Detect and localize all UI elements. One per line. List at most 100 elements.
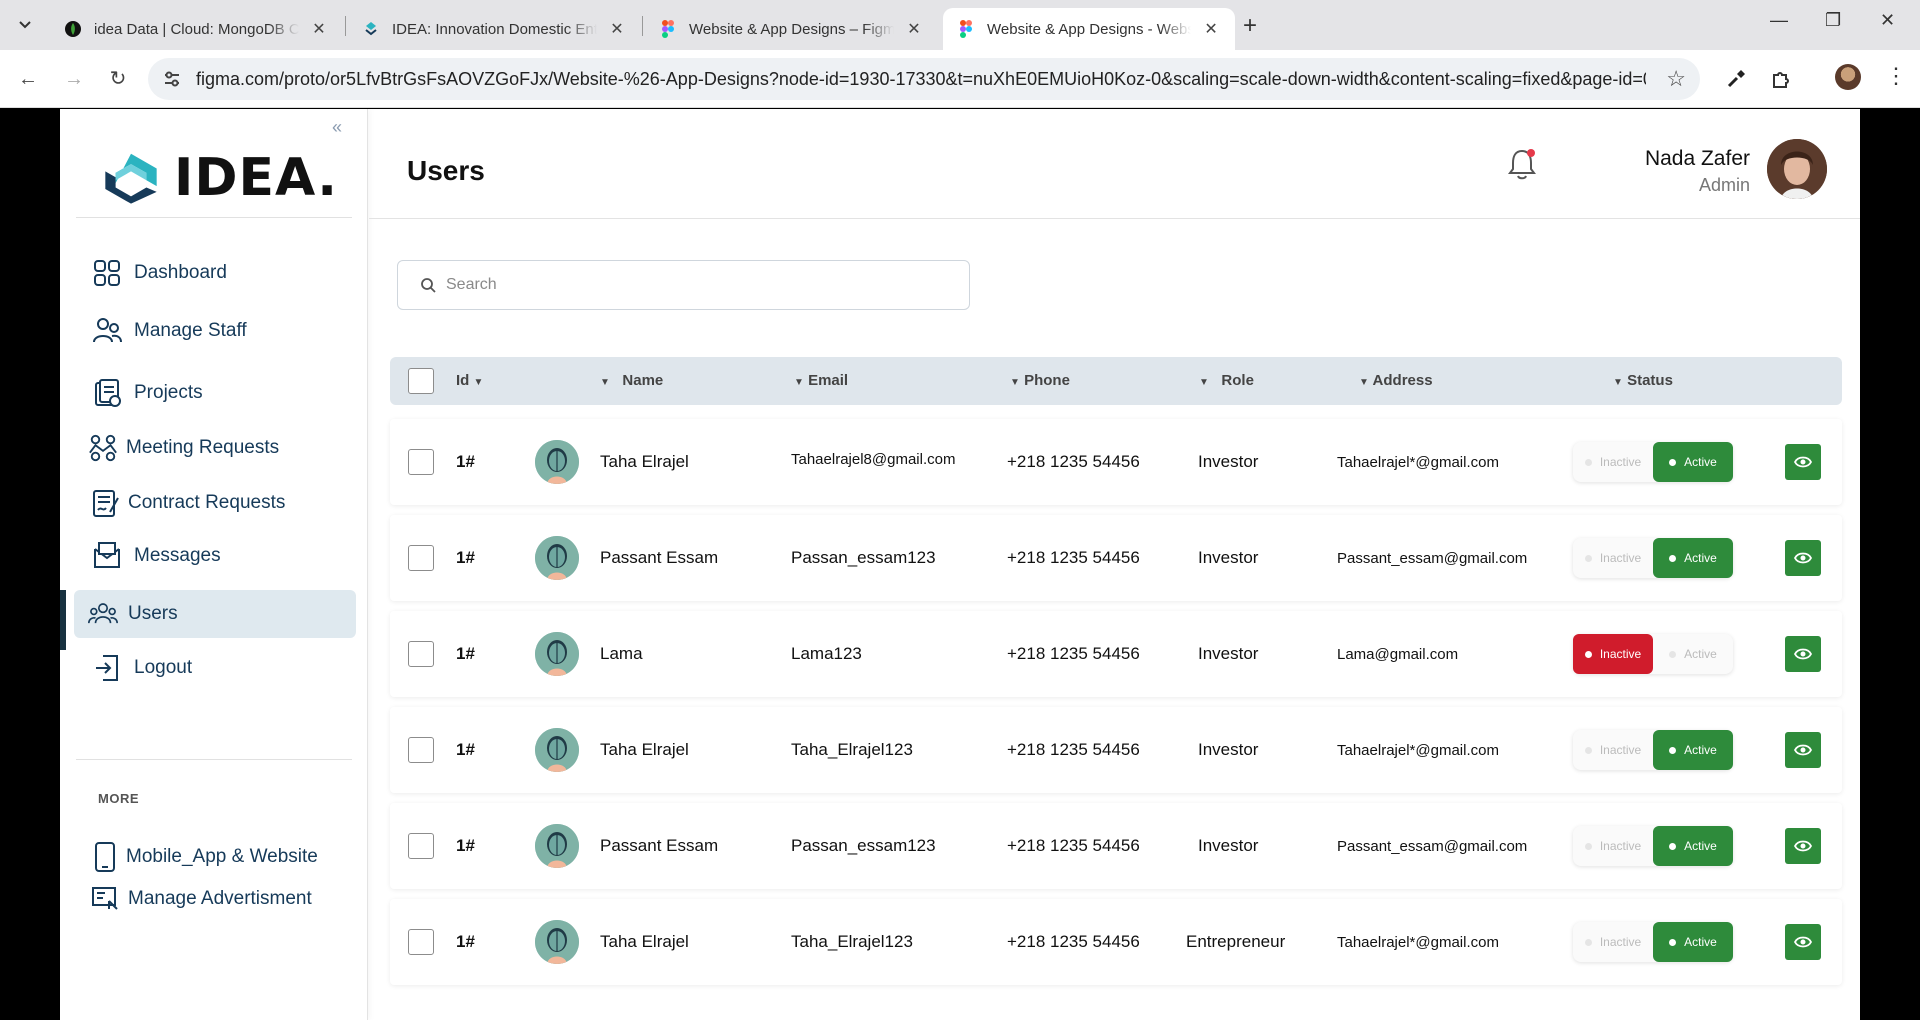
row-checkbox[interactable] xyxy=(408,833,434,859)
status-dot-icon xyxy=(1584,746,1592,754)
status-inactive-option[interactable]: Inactive xyxy=(1573,922,1653,962)
row-checkbox[interactable] xyxy=(408,641,434,667)
close-tab-icon[interactable]: ✕ xyxy=(1201,19,1221,39)
cell-email: Lama123 xyxy=(791,644,862,663)
status-dot-icon xyxy=(1584,650,1592,658)
search-box[interactable] xyxy=(397,260,970,310)
status-toggle[interactable]: Inactive Active xyxy=(1573,730,1733,770)
select-all-checkbox[interactable] xyxy=(408,368,434,394)
sidebar-item-mobile-app[interactable]: Mobile_App & Website xyxy=(74,833,356,881)
cell-phone: +218 1235 54456 xyxy=(1007,836,1140,855)
extensions-puzzle-icon[interactable] xyxy=(1767,65,1795,93)
column-header-role[interactable]: ▼ Role xyxy=(1199,372,1254,389)
status-dot-icon xyxy=(1669,458,1677,466)
status-active-option[interactable]: Active xyxy=(1653,730,1733,770)
browser-tab-active[interactable]: Website & App Designs - Website ✕ xyxy=(943,8,1235,50)
column-header-id[interactable]: Id ▼ xyxy=(456,372,483,389)
view-user-button[interactable] xyxy=(1785,636,1821,672)
close-window-icon[interactable]: ✕ xyxy=(1880,10,1895,31)
cell-phone: +218 1235 54456 xyxy=(1007,452,1140,471)
column-header-name[interactable]: ▼ Name xyxy=(600,372,663,389)
column-header-email[interactable]: ▼ Email xyxy=(794,372,848,389)
status-inactive-option[interactable]: Inactive xyxy=(1573,442,1653,482)
sidebar-item-dashboard[interactable]: Dashboard xyxy=(74,249,356,297)
cell-address: Lama@gmail.com xyxy=(1337,646,1459,663)
close-tab-icon[interactable]: ✕ xyxy=(904,19,924,39)
eyedropper-icon[interactable] xyxy=(1722,65,1750,93)
minimize-icon[interactable]: — xyxy=(1770,10,1788,31)
search-input[interactable] xyxy=(446,276,926,294)
view-user-button[interactable] xyxy=(1785,732,1821,768)
restore-icon[interactable]: ❐ xyxy=(1825,10,1841,31)
table-row[interactable]: 1# Taha Elrajel Taha_Elrajel123 +218 1235 5… xyxy=(390,707,1842,793)
status-active-option[interactable]: Active xyxy=(1653,922,1733,962)
status-active-option[interactable]: Active xyxy=(1653,442,1733,482)
table-row[interactable]: 1# Lama Lama123 +218 1235 54456 Investor Lama… xyxy=(390,611,1842,697)
view-user-button[interactable] xyxy=(1785,444,1821,480)
view-user-button[interactable] xyxy=(1785,924,1821,960)
reload-icon[interactable]: ↻ xyxy=(104,65,132,93)
page-header: Users Nada Zafer Admin xyxy=(369,109,1860,219)
status-inactive-option[interactable]: Inactive xyxy=(1573,538,1653,578)
browser-menu-icon[interactable]: ⋮ xyxy=(1885,63,1907,89)
sidebar-item-manage-staff[interactable]: Manage Staff xyxy=(74,307,356,355)
browser-tab[interactable]: Website & App Designs – Figma ✕ xyxy=(645,8,938,50)
close-tab-icon[interactable]: ✕ xyxy=(309,19,329,39)
view-user-button[interactable] xyxy=(1785,828,1821,864)
row-checkbox[interactable] xyxy=(408,737,434,763)
cell-id: 1# xyxy=(456,836,475,855)
table-row[interactable]: 1# Passant Essam Passan_essam123 +218 1235 … xyxy=(390,515,1842,601)
status-toggle[interactable]: Inactive Active xyxy=(1573,634,1733,674)
status-inactive-option[interactable]: Inactive xyxy=(1573,634,1653,674)
address-bar[interactable]: figma.com/proto/or5LfvBtrGsFsAOVZGoFJx/W… xyxy=(148,58,1700,100)
column-header-phone[interactable]: ▼ Phone xyxy=(1010,372,1070,389)
status-toggle[interactable]: Inactive Active xyxy=(1573,538,1733,578)
status-toggle[interactable]: Inactive Active xyxy=(1573,826,1733,866)
status-dot-icon xyxy=(1669,554,1677,562)
status-inactive-option[interactable]: Inactive xyxy=(1573,730,1653,770)
site-info-icon[interactable] xyxy=(162,69,182,89)
status-toggle[interactable]: Inactive Active xyxy=(1573,922,1733,962)
sidebar-divider xyxy=(76,217,352,218)
close-tab-icon[interactable]: ✕ xyxy=(607,19,627,39)
sidebar-item-label: Dashboard xyxy=(134,262,227,283)
back-arrow-icon[interactable]: ← xyxy=(14,65,42,93)
contract-icon xyxy=(90,488,120,518)
tab-list-chevron-icon[interactable] xyxy=(12,12,38,38)
status-toggle[interactable]: Inactive Active xyxy=(1573,442,1733,482)
column-header-status[interactable]: ▼ Status xyxy=(1613,372,1673,389)
bookmark-star-icon[interactable]: ☆ xyxy=(1666,66,1686,92)
table-row[interactable]: 1# Taha Elrajel Taha_Elrajel123 +218 1235 5… xyxy=(390,899,1842,985)
table-row[interactable]: 1# Passant Essam Passan_essam123 +218 1235 … xyxy=(390,803,1842,889)
collapse-sidebar-icon[interactable]: « xyxy=(332,117,342,138)
active-indicator xyxy=(60,590,66,650)
status-inactive-option[interactable]: Inactive xyxy=(1573,826,1653,866)
cell-address: Passant_essam@gmail.com xyxy=(1337,550,1528,567)
row-checkbox[interactable] xyxy=(408,929,434,955)
eye-icon xyxy=(1794,744,1812,756)
status-active-option[interactable]: Active xyxy=(1653,826,1733,866)
sidebar-item-meeting-requests[interactable]: Meeting Requests xyxy=(74,424,356,472)
forward-arrow-icon[interactable]: → xyxy=(60,65,88,93)
row-checkbox[interactable] xyxy=(408,449,434,475)
user-avatar-icon xyxy=(535,824,579,868)
sidebar-item-projects[interactable]: Projects xyxy=(74,369,356,417)
browser-profile-avatar[interactable] xyxy=(1835,64,1861,90)
sidebar-item-contract-requests[interactable]: Contract Requests xyxy=(74,479,356,527)
new-tab-icon[interactable]: + xyxy=(1243,12,1257,40)
figma-prototype-frame: « IDEA. Dashboard Manage Staff Projects … xyxy=(60,109,1860,1020)
status-active-option[interactable]: Active xyxy=(1653,634,1733,674)
column-header-address[interactable]: ▼ Address xyxy=(1359,372,1433,389)
sidebar-item-manage-advertisment[interactable]: Manage Advertisment xyxy=(74,875,356,923)
idea-logo[interactable]: IDEA. xyxy=(98,139,338,217)
user-avatar[interactable] xyxy=(1767,139,1827,199)
sidebar-item-users[interactable]: Users xyxy=(74,590,356,638)
view-user-button[interactable] xyxy=(1785,540,1821,576)
table-row[interactable]: 1# Taha Elrajel Tahaelrajel8@gmail.com +218… xyxy=(390,419,1842,505)
browser-tab[interactable]: IDEA: Innovation Domestic Entrepreneursh… xyxy=(348,8,641,50)
browser-tab[interactable]: idea Data | Cloud: MongoDB Cloud ✕ xyxy=(50,8,343,50)
status-active-option[interactable]: Active xyxy=(1653,538,1733,578)
sidebar-item-messages[interactable]: Messages xyxy=(74,532,356,580)
row-checkbox[interactable] xyxy=(408,545,434,571)
sidebar-item-logout[interactable]: Logout xyxy=(74,644,356,692)
